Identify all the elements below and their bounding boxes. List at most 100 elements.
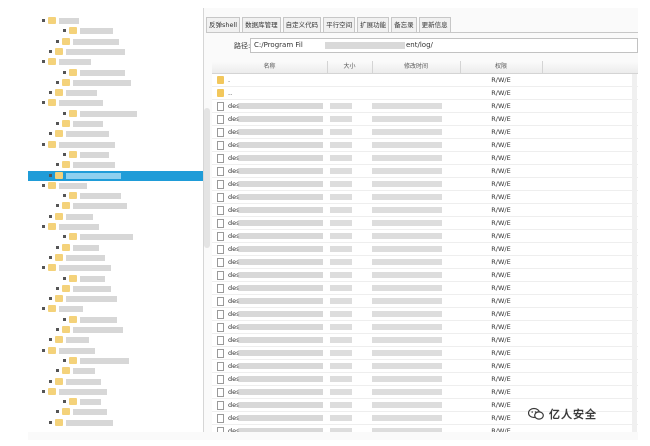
tree-expander-icon[interactable] — [63, 111, 66, 115]
tree-expander-icon[interactable] — [42, 19, 45, 22]
tree-expander-icon[interactable] — [49, 132, 52, 136]
tree-expander-icon[interactable] — [63, 235, 66, 239]
tree-expander-icon[interactable] — [49, 338, 52, 342]
tree-expander-icon[interactable] — [49, 255, 52, 259]
tab-4[interactable]: 扩展功能 — [357, 17, 390, 33]
tree-expander-icon[interactable] — [63, 152, 66, 156]
tree-node[interactable] — [28, 98, 203, 108]
table-row[interactable]: des R/W/E — [212, 373, 638, 386]
tree-node[interactable] — [28, 26, 203, 36]
tree-node[interactable] — [28, 88, 203, 98]
tree-node[interactable] — [28, 315, 203, 325]
tree-expander-icon[interactable] — [56, 80, 59, 84]
tree-expander-icon[interactable] — [42, 348, 45, 352]
directory-tree[interactable] — [28, 8, 204, 432]
tree-node[interactable] — [28, 325, 203, 335]
tree-expander-icon[interactable] — [42, 389, 45, 393]
tree-expander-icon[interactable] — [63, 317, 66, 321]
tree-node[interactable] — [28, 201, 203, 211]
tree-expander-icon[interactable] — [49, 49, 52, 53]
tree-expander-icon[interactable] — [42, 101, 45, 105]
tree-expander-icon[interactable] — [63, 29, 66, 33]
tree-expander-icon[interactable] — [42, 60, 45, 64]
tree-node[interactable] — [28, 294, 203, 304]
tree-node[interactable] — [28, 346, 203, 356]
table-row[interactable]: des R/W/E — [212, 269, 638, 282]
tree-expander-icon[interactable] — [42, 266, 45, 270]
tree-node[interactable] — [28, 119, 203, 129]
tree-expander-icon[interactable] — [56, 204, 59, 208]
tree-expander-icon[interactable] — [42, 183, 45, 187]
table-row[interactable]: des R/W/E — [212, 165, 638, 178]
tree-node[interactable] — [28, 37, 203, 47]
tree-node[interactable] — [28, 335, 203, 345]
tree-expander-icon[interactable] — [49, 91, 52, 95]
tree-node[interactable] — [28, 304, 203, 314]
tree-expander-icon[interactable] — [56, 328, 59, 331]
table-row[interactable]: des R/W/E — [212, 386, 638, 399]
tree-expander-icon[interactable] — [49, 214, 52, 218]
table-row[interactable]: des R/W/E — [212, 243, 638, 256]
tree-node[interactable] — [28, 232, 203, 242]
tree-node[interactable] — [28, 243, 203, 253]
tree-node[interactable] — [28, 274, 203, 284]
tree-node[interactable] — [28, 263, 203, 273]
tree-node[interactable] — [28, 418, 203, 428]
tree-node[interactable] — [28, 253, 203, 263]
tree-node[interactable] — [28, 109, 203, 119]
tree-expander-icon[interactable] — [56, 122, 59, 125]
tree-node[interactable] — [28, 387, 203, 397]
table-row[interactable]: des R/W/E — [212, 139, 638, 152]
tab-2[interactable]: 自定义代码 — [282, 17, 322, 33]
tab-6[interactable]: 更新信息 — [418, 17, 451, 33]
tree-node[interactable] — [28, 212, 203, 222]
table-row[interactable]: des R/W/E — [212, 217, 638, 230]
tree-node[interactable] — [28, 47, 203, 57]
tree-node[interactable] — [28, 397, 203, 407]
tree-node[interactable] — [28, 68, 203, 78]
tree-node[interactable] — [28, 366, 203, 376]
tree-expander-icon[interactable] — [63, 194, 66, 198]
tree-node[interactable] — [28, 377, 203, 387]
table-row[interactable]: des R/W/E — [212, 360, 638, 373]
tree-node[interactable] — [28, 181, 203, 191]
table-row[interactable]: des R/W/E — [212, 347, 638, 360]
tree-expander-icon[interactable] — [42, 225, 45, 228]
table-row[interactable]: des R/W/E — [212, 334, 638, 347]
tree-node[interactable] — [28, 284, 203, 294]
tab-5[interactable]: 备忘录 — [391, 17, 417, 33]
tree-node[interactable] — [28, 16, 203, 26]
tree-expander-icon[interactable] — [63, 70, 66, 74]
tree-expander-icon[interactable] — [56, 369, 59, 373]
table-scrollbar[interactable] — [632, 74, 637, 432]
tree-node-selected[interactable] — [28, 170, 203, 181]
tree-expander-icon[interactable] — [63, 358, 66, 362]
table-row[interactable]: . R/W/E — [212, 74, 638, 87]
tree-node[interactable] — [28, 160, 203, 170]
table-row[interactable]: des R/W/E — [212, 100, 638, 113]
tree-node[interactable] — [28, 356, 203, 366]
table-row[interactable]: des R/W/E — [212, 230, 638, 243]
tree-node[interactable] — [28, 78, 203, 88]
table-row[interactable]: des R/W/E — [212, 321, 638, 334]
tree-expander-icon[interactable] — [49, 173, 52, 177]
table-row[interactable]: des R/W/E — [212, 256, 638, 269]
tree-expander-icon[interactable] — [49, 297, 52, 301]
table-row[interactable]: des R/W/E — [212, 178, 638, 191]
tree-scrollbar[interactable] — [204, 108, 210, 248]
tree-node[interactable] — [28, 222, 203, 232]
tree-node[interactable] — [28, 407, 203, 417]
tree-expander-icon[interactable] — [42, 307, 45, 311]
table-row[interactable]: des R/W/E — [212, 204, 638, 217]
tree-expander-icon[interactable] — [42, 142, 45, 146]
table-row[interactable]: des R/W/E — [212, 295, 638, 308]
table-row[interactable]: .. R/W/E — [212, 87, 638, 100]
column-header-size[interactable]: 大小 — [327, 61, 372, 73]
tab-0[interactable]: 反弹shell — [206, 17, 241, 33]
tree-expander-icon[interactable] — [56, 410, 59, 414]
column-header-permission[interactable]: 权限 — [460, 61, 542, 73]
tab-3[interactable]: 平行空间 — [323, 17, 356, 33]
column-header-name[interactable]: 名称 — [212, 61, 327, 73]
tree-expander-icon[interactable] — [63, 276, 66, 280]
tree-expander-icon[interactable] — [63, 400, 66, 404]
